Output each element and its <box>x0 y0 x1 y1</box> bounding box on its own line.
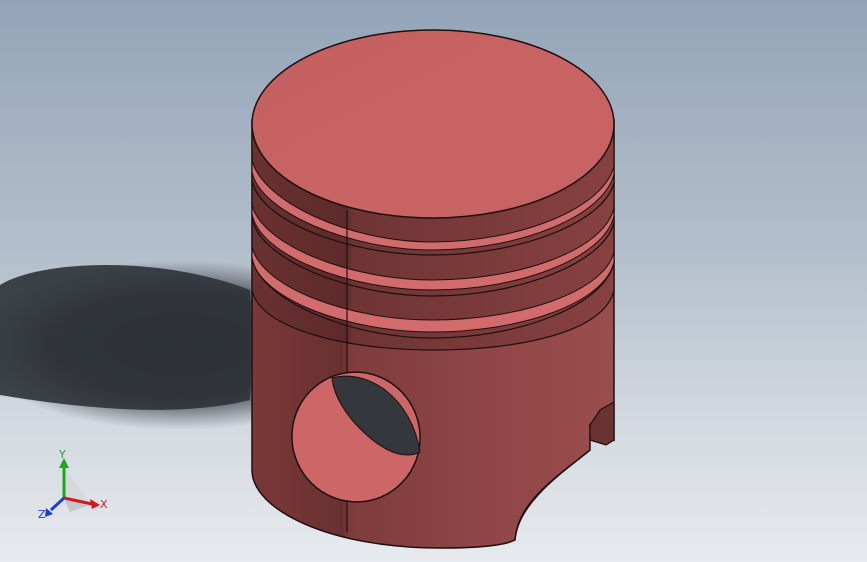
piston-crown-top <box>251 29 615 219</box>
cast-shadow-core <box>0 265 250 410</box>
triad-x-label: X <box>100 498 108 511</box>
piston-model-scene[interactable] <box>0 0 867 562</box>
3d-viewport[interactable]: Y X Z <box>0 0 867 562</box>
triad-y-label: Y <box>58 448 66 461</box>
triad-z-label: Z <box>38 508 46 521</box>
triad-z-axis <box>49 496 66 512</box>
triad-x-arrow <box>90 499 100 509</box>
coordinate-triad: Y X Z <box>38 448 108 521</box>
